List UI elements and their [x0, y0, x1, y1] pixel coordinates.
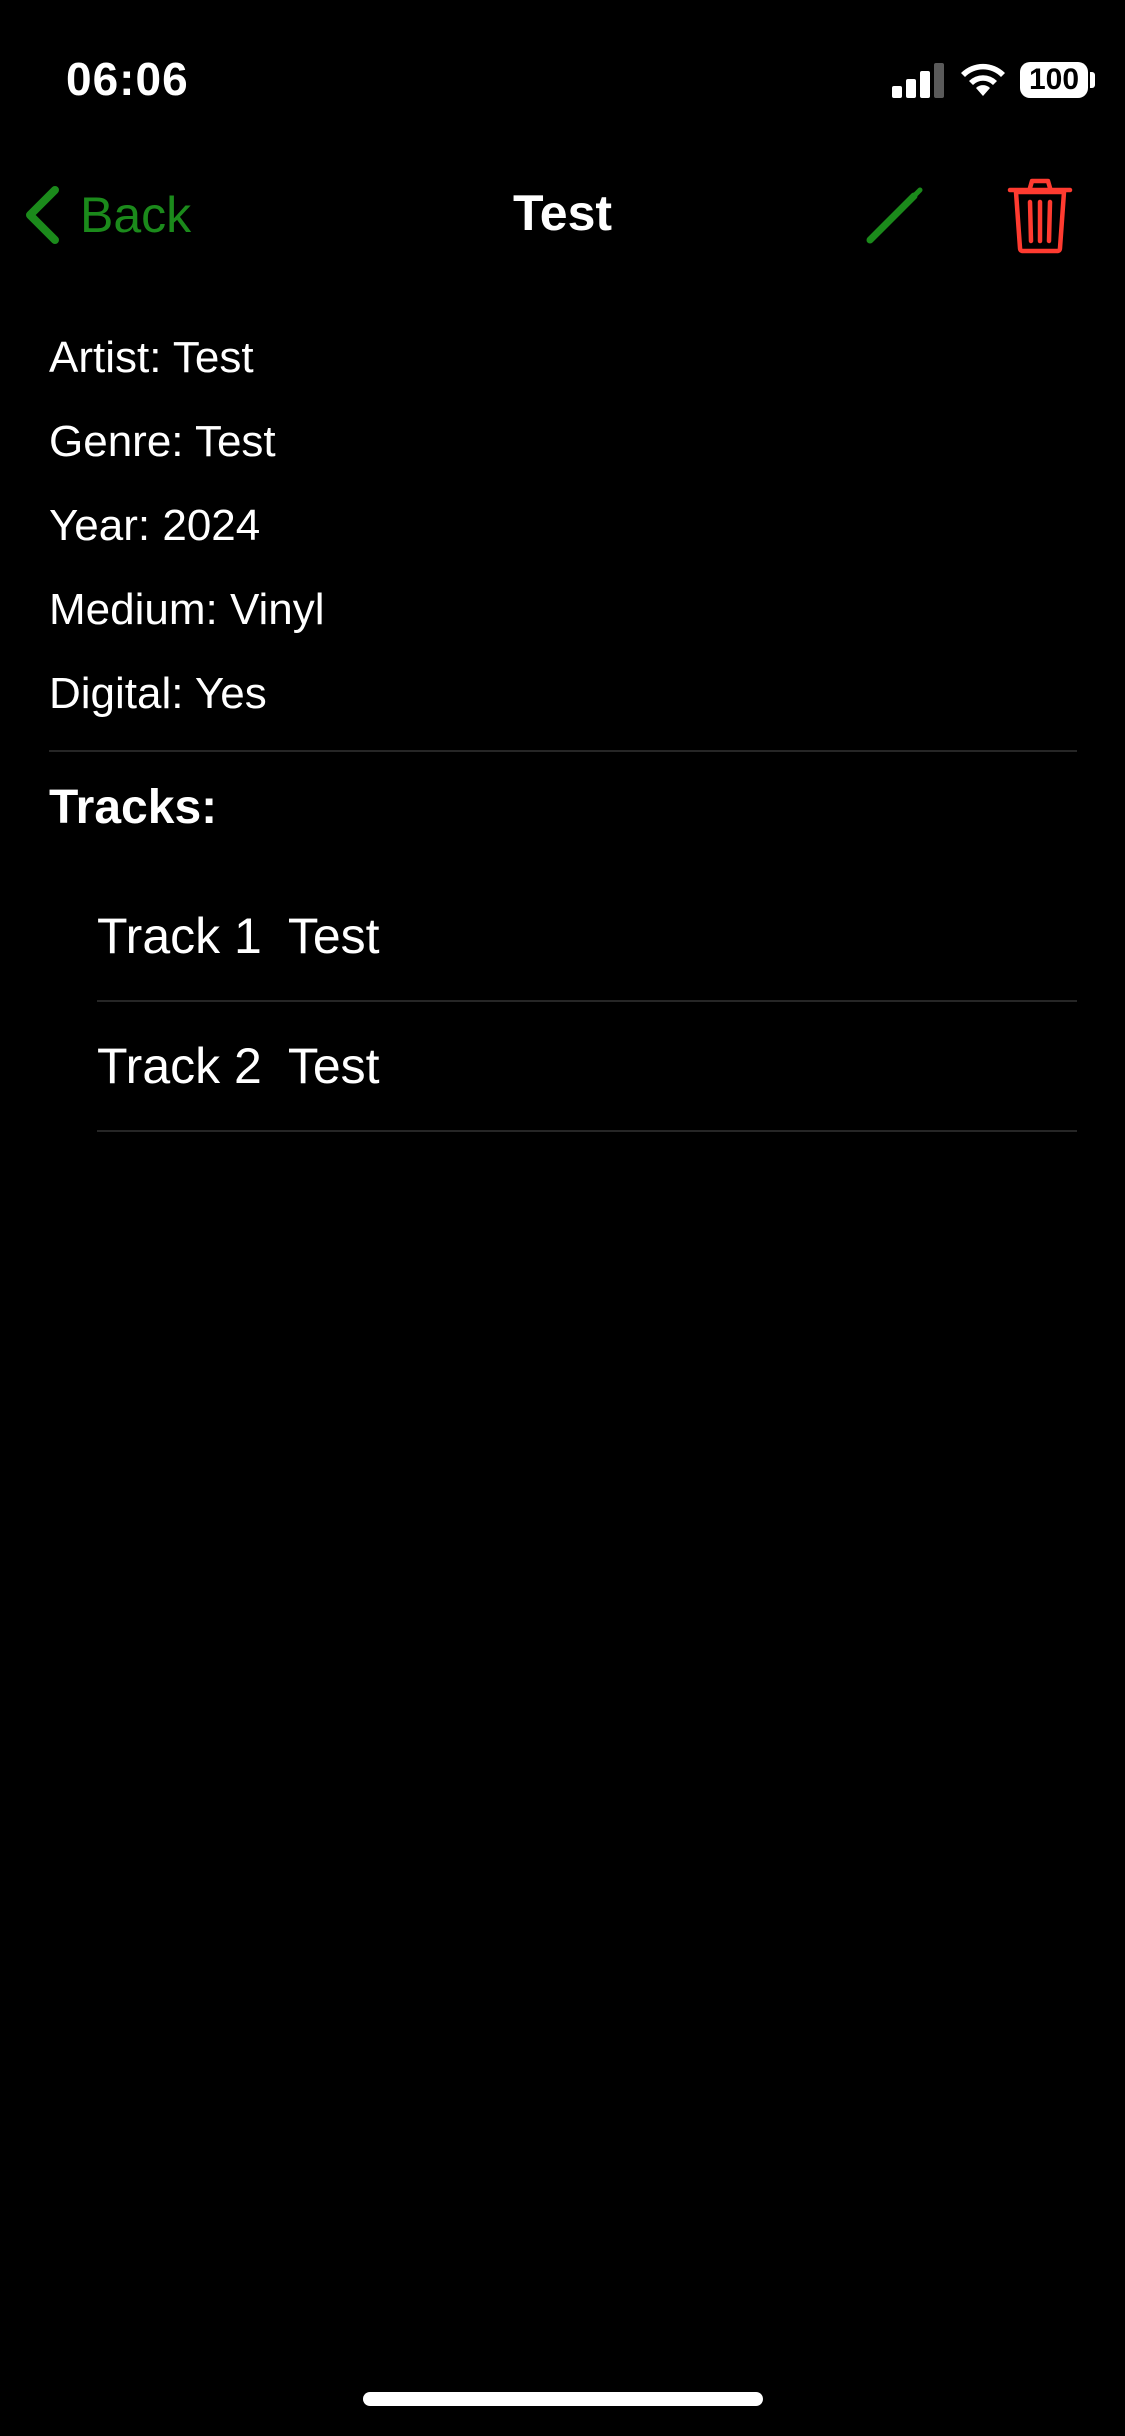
genre-detail: Genre: Test	[49, 417, 276, 466]
edit-button[interactable]	[862, 184, 926, 248]
track-number: Track 1	[97, 908, 262, 964]
artist-detail: Artist: Test	[49, 333, 254, 382]
track-title: Test	[287, 1038, 380, 1094]
status-bar: 06:06 100	[0, 0, 1125, 160]
digital-detail: Digital: Yes	[49, 669, 267, 718]
track-row[interactable]: Track 2 Test	[97, 1002, 1077, 1132]
battery-cap	[1090, 72, 1095, 88]
status-time: 06:06	[66, 53, 189, 105]
year-detail: Year: 2024	[49, 501, 261, 550]
page-title: Test	[512, 185, 613, 241]
track-number: Track 2	[97, 1038, 262, 1094]
trash-icon	[1007, 178, 1073, 254]
track-row[interactable]: Track 1 Test	[97, 872, 1077, 1002]
navigation-bar: Back Test	[0, 160, 1125, 270]
tracks-heading: Tracks:	[49, 781, 218, 834]
cellular-signal-icon	[892, 62, 944, 98]
divider	[49, 750, 1077, 752]
battery-icon: 100	[1020, 62, 1088, 98]
track-title: Test	[287, 908, 380, 964]
album-details: Artist: Test Genre: Test Year: 2024 Medi…	[49, 324, 1077, 744]
home-indicator[interactable]	[363, 2392, 763, 2406]
pencil-icon	[866, 187, 923, 244]
medium-detail: Medium: Vinyl	[49, 585, 325, 634]
delete-button[interactable]	[1006, 178, 1074, 254]
wifi-icon	[961, 63, 1005, 96]
tracks-list: Track 1 Test Track 2 Test	[97, 872, 1077, 1132]
